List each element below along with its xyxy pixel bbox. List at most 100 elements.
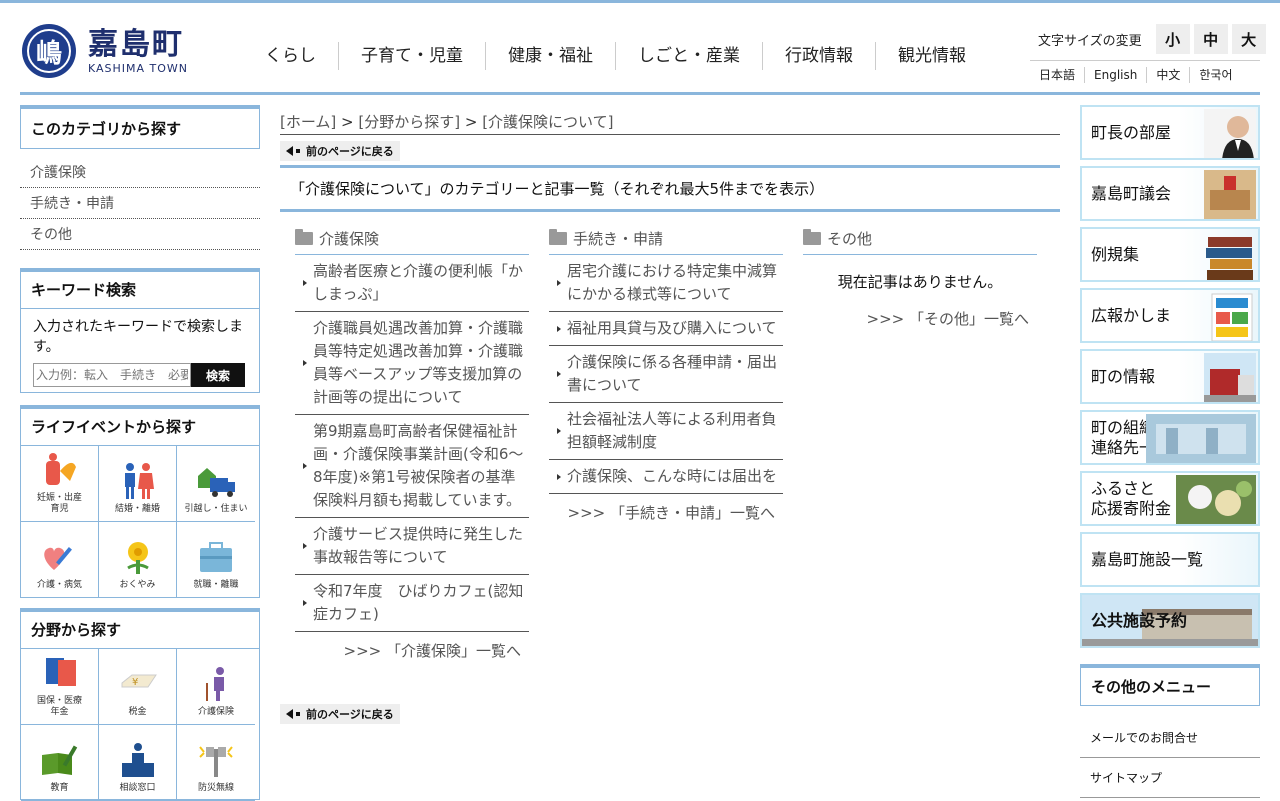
article-link[interactable]: 第9期嘉島町高齢者保健福祉計画・介護保険事業計画(令和6～8年度)※第1号被保険… bbox=[313, 422, 523, 509]
life-event-moving[interactable]: 引越し・住まい bbox=[177, 446, 255, 522]
banner-facility-list[interactable]: 嘉島町施設一覧 bbox=[1080, 532, 1260, 587]
banner-town-assembly[interactable]: 嘉島町議会 bbox=[1080, 166, 1260, 221]
life-event-job[interactable]: 就職・離職 bbox=[177, 522, 255, 598]
font-size-label: 文字サイズの変更 bbox=[1038, 33, 1142, 49]
life-event-label: おくやみ bbox=[119, 580, 156, 590]
keyword-search-title: キーワード検索 bbox=[21, 272, 259, 309]
category-item[interactable]: 手続き・申請 bbox=[20, 188, 260, 219]
banner-regulations[interactable]: 例規集 bbox=[1080, 227, 1260, 282]
field-box: 分野から探す 国保・医療 年金 ¥ 税金 介護保険 教育 相談窓口 防災無線 bbox=[20, 608, 260, 801]
article-link[interactable]: 高齢者医療と介護の便利帳「かしまっぷ」 bbox=[313, 262, 523, 303]
category-link[interactable]: その他 bbox=[30, 227, 72, 243]
banner-organization-contacts[interactable]: 町の組織 連絡先一覧 bbox=[1080, 410, 1260, 465]
life-event-condolence[interactable]: おくやみ bbox=[99, 522, 177, 598]
tax-money-icon: ¥ bbox=[121, 674, 157, 688]
field-label: 税金 bbox=[128, 707, 147, 717]
newsletter-icon bbox=[1211, 293, 1253, 341]
local-produce-icon bbox=[1176, 475, 1256, 524]
field-tax[interactable]: ¥ 税金 bbox=[99, 649, 177, 725]
nav-shigoto-sangyo[interactable]: しごと・産業 bbox=[615, 42, 762, 70]
article-item[interactable]: 令和7年度 ひばりカフェ(認知症カフェ) bbox=[295, 575, 529, 632]
field-disaster-radio[interactable]: 防災無線 bbox=[177, 725, 255, 801]
search-input[interactable] bbox=[33, 363, 191, 387]
banner-label: 町の情報 bbox=[1091, 366, 1156, 386]
article-item[interactable]: 社会福祉法人等による利用者負担額軽減制度 bbox=[549, 403, 783, 460]
field-care-insurance[interactable]: 介護保険 bbox=[177, 649, 255, 725]
site-logo[interactable]: 嶋 嘉島町 KASHIMA TOWN bbox=[22, 22, 192, 80]
other-menu-item[interactable]: サイトマップ bbox=[1080, 758, 1260, 798]
banner-mayor-room[interactable]: 町長の部屋 bbox=[1080, 105, 1260, 160]
article-item[interactable]: 介護保険、こんな時には届出を bbox=[549, 460, 783, 494]
article-item[interactable]: 高齢者医療と介護の便利帳「かしまっぷ」 bbox=[295, 255, 529, 312]
lang-chinese[interactable]: 中文 bbox=[1146, 67, 1189, 83]
nav-kanko[interactable]: 観光情報 bbox=[875, 42, 988, 70]
moving-truck-icon bbox=[198, 468, 235, 497]
other-menu-item[interactable]: メールでのお問合せ bbox=[1080, 718, 1260, 758]
lang-english[interactable]: English bbox=[1084, 67, 1146, 83]
article-link[interactable]: 居宅介護における特定集中減算にかかる様式等について bbox=[567, 262, 777, 303]
article-link[interactable]: 福祉用具貸与及び購入について bbox=[567, 319, 777, 337]
font-size-large-button[interactable]: 大 bbox=[1231, 24, 1266, 54]
article-link[interactable]: 介護サービス提供時に発生した事故報告等について bbox=[313, 525, 523, 566]
life-event-label: 結婚・離婚 bbox=[114, 504, 160, 514]
logo-text-jp: 嘉島町 bbox=[88, 26, 184, 62]
search-button[interactable]: 検索 bbox=[191, 363, 245, 387]
life-event-title: ライフイベントから探す bbox=[21, 409, 259, 446]
article-link[interactable]: 介護職員処遇改善加算・介護職員等特定処遇改善加算・介護職員等ベースアップ等支援加… bbox=[313, 319, 523, 406]
banner-facility-reservation[interactable]: 公共施設予約 bbox=[1080, 593, 1260, 648]
logo-text-en: KASHIMA TOWN bbox=[88, 61, 189, 75]
nav-kosodate[interactable]: 子育て・児童 bbox=[338, 42, 485, 70]
back-button-bottom[interactable]: 前のページに戻る bbox=[280, 704, 400, 724]
nav-kurashi[interactable]: くらし bbox=[250, 42, 338, 70]
font-size-small-button[interactable]: 小 bbox=[1155, 24, 1190, 54]
category-item[interactable]: 介護保険 bbox=[20, 157, 260, 188]
more-link-kaigo[interactable]: >>> 「介護保険」一覧へ bbox=[344, 642, 521, 660]
article-link[interactable]: 令和7年度 ひばりカフェ(認知症カフェ) bbox=[313, 582, 523, 623]
field-title: 分野から探す bbox=[21, 612, 259, 649]
lang-korean[interactable]: 한국어 bbox=[1189, 67, 1241, 83]
article-link[interactable]: 介護保険に係る各種申請・届出書について bbox=[567, 353, 777, 394]
banner-koho-kashima[interactable]: 広報かしま bbox=[1080, 288, 1260, 343]
article-item[interactable]: 介護保険に係る各種申請・届出書について bbox=[549, 346, 783, 403]
field-education[interactable]: 教育 bbox=[21, 725, 99, 801]
font-size-medium-button[interactable]: 中 bbox=[1193, 24, 1228, 54]
article-item[interactable]: 介護職員処遇改善加算・介護職員等特定処遇改善加算・介護職員等ベースアップ等支援加… bbox=[295, 312, 529, 415]
field-consultation[interactable]: 相談窓口 bbox=[99, 725, 177, 801]
banner-furusato-donation[interactable]: ふるさと 応援寄附金 bbox=[1080, 471, 1260, 526]
other-menu: その他のメニュー メールでのお問合せ サイトマップ bbox=[1080, 664, 1260, 798]
nav-kenko-fukushi[interactable]: 健康・福祉 bbox=[485, 42, 615, 70]
article-item[interactable]: 福祉用具貸与及び購入について bbox=[549, 312, 783, 346]
category-link[interactable]: 介護保険 bbox=[30, 165, 86, 181]
article-item[interactable]: 第9期嘉島町高齢者保健福祉計画・介護保険事業計画(令和6～8年度)※第1号被保険… bbox=[295, 415, 529, 518]
more-link-sonota[interactable]: >>> 「その他」一覧へ bbox=[867, 310, 1029, 328]
breadcrumb-home[interactable]: [ホーム] bbox=[280, 113, 336, 131]
category-link[interactable]: 手続き・申請 bbox=[30, 196, 114, 212]
article-link[interactable]: 介護保険、こんな時には届出を bbox=[567, 467, 777, 485]
keyword-search-desc: 入力されたキーワードで検索します。 bbox=[33, 319, 243, 355]
life-event-marriage[interactable]: 結婚・離婚 bbox=[99, 446, 177, 522]
counter-desk-icon bbox=[121, 743, 154, 777]
article-item[interactable]: 介護サービス提供時に発生した事故報告等について bbox=[295, 518, 529, 575]
nav-gyosei[interactable]: 行政情報 bbox=[762, 42, 875, 70]
field-insurance-pension[interactable]: 国保・医療 年金 bbox=[21, 649, 99, 725]
field-label: 相談窓口 bbox=[119, 783, 156, 793]
banner-town-info[interactable]: 町の情報 bbox=[1080, 349, 1260, 404]
field-label: 防災無線 bbox=[197, 783, 234, 793]
breadcrumb-separator: > bbox=[336, 113, 359, 131]
article-item[interactable]: 居宅介護における特定集中減算にかかる様式等について bbox=[549, 255, 783, 312]
more-link-tetsuzuki[interactable]: >>> 「手続き・申請」一覧へ bbox=[568, 504, 775, 522]
banner-label: ふるさと 応援寄附金 bbox=[1091, 478, 1172, 518]
lang-japanese[interactable]: 日本語 bbox=[1030, 67, 1084, 83]
category-item[interactable]: その他 bbox=[20, 219, 260, 250]
life-event-label: 介護・病気 bbox=[36, 580, 82, 590]
life-event-pregnancy[interactable]: 妊娠・出産 育児 bbox=[21, 446, 99, 522]
breadcrumb-field[interactable]: [分野から探す] bbox=[358, 113, 460, 131]
loudspeaker-icon bbox=[199, 746, 233, 777]
life-event-care[interactable]: 介護・病気 bbox=[21, 522, 99, 598]
article-link[interactable]: 社会福祉法人等による利用者負担額軽減制度 bbox=[567, 410, 777, 451]
category-column-tetsuzuki: 手続き・申請 居宅介護における特定集中減算にかかる様式等について 福祉用具貸与及… bbox=[549, 228, 783, 523]
mail-inquiry-link[interactable]: メールでのお問合せ bbox=[1090, 731, 1198, 745]
sitemap-link[interactable]: サイトマップ bbox=[1090, 771, 1162, 785]
back-button-top[interactable]: 前のページに戻る bbox=[280, 141, 400, 161]
category-column-sonota: その他 現在記事はありません。 >>> 「その他」一覧へ bbox=[803, 228, 1037, 329]
